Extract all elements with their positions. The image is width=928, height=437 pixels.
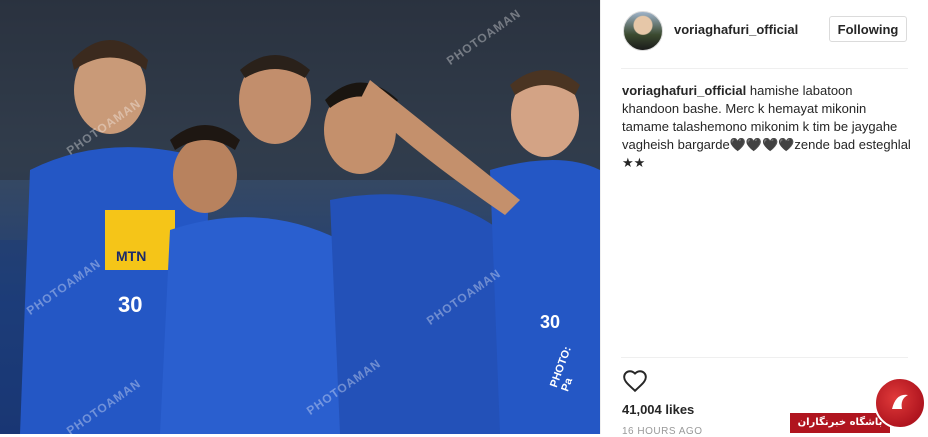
post-photo[interactable]: PHOTOAMAN PHOTOAMAN PHOTOAMAN PHOTOAMAN … (0, 0, 600, 434)
actions-divider (621, 357, 908, 358)
shirt-sponsor: MTN (116, 248, 147, 264)
timestamp: 16 HOURS AGO (622, 426, 703, 437)
news-agency-watermark: باشگاه خبرنگاران (790, 375, 928, 434)
newsagency-logo-icon (874, 377, 926, 429)
shirt-number-right: 30 (540, 312, 561, 332)
header-divider (621, 68, 908, 69)
following-button[interactable]: Following (829, 16, 907, 42)
brand-label: باشگاه خبرنگاران (790, 413, 890, 433)
username[interactable]: voriaghafuri_official (674, 22, 798, 37)
post-header: voriaghafuri_official Following (601, 0, 928, 68)
likes-count[interactable]: 41,004 likes (622, 402, 694, 417)
caption-username[interactable]: voriaghafuri_official (622, 83, 746, 98)
caption: voriaghafuri_official hamishe labatoon k… (622, 82, 912, 172)
shirt-number-left: 30 (118, 292, 143, 317)
players-illustration (0, 0, 600, 434)
heart-outline-icon[interactable] (622, 368, 648, 394)
avatar[interactable] (623, 11, 663, 51)
post-side-panel: voriaghafuri_official Following voriagha… (601, 0, 928, 437)
